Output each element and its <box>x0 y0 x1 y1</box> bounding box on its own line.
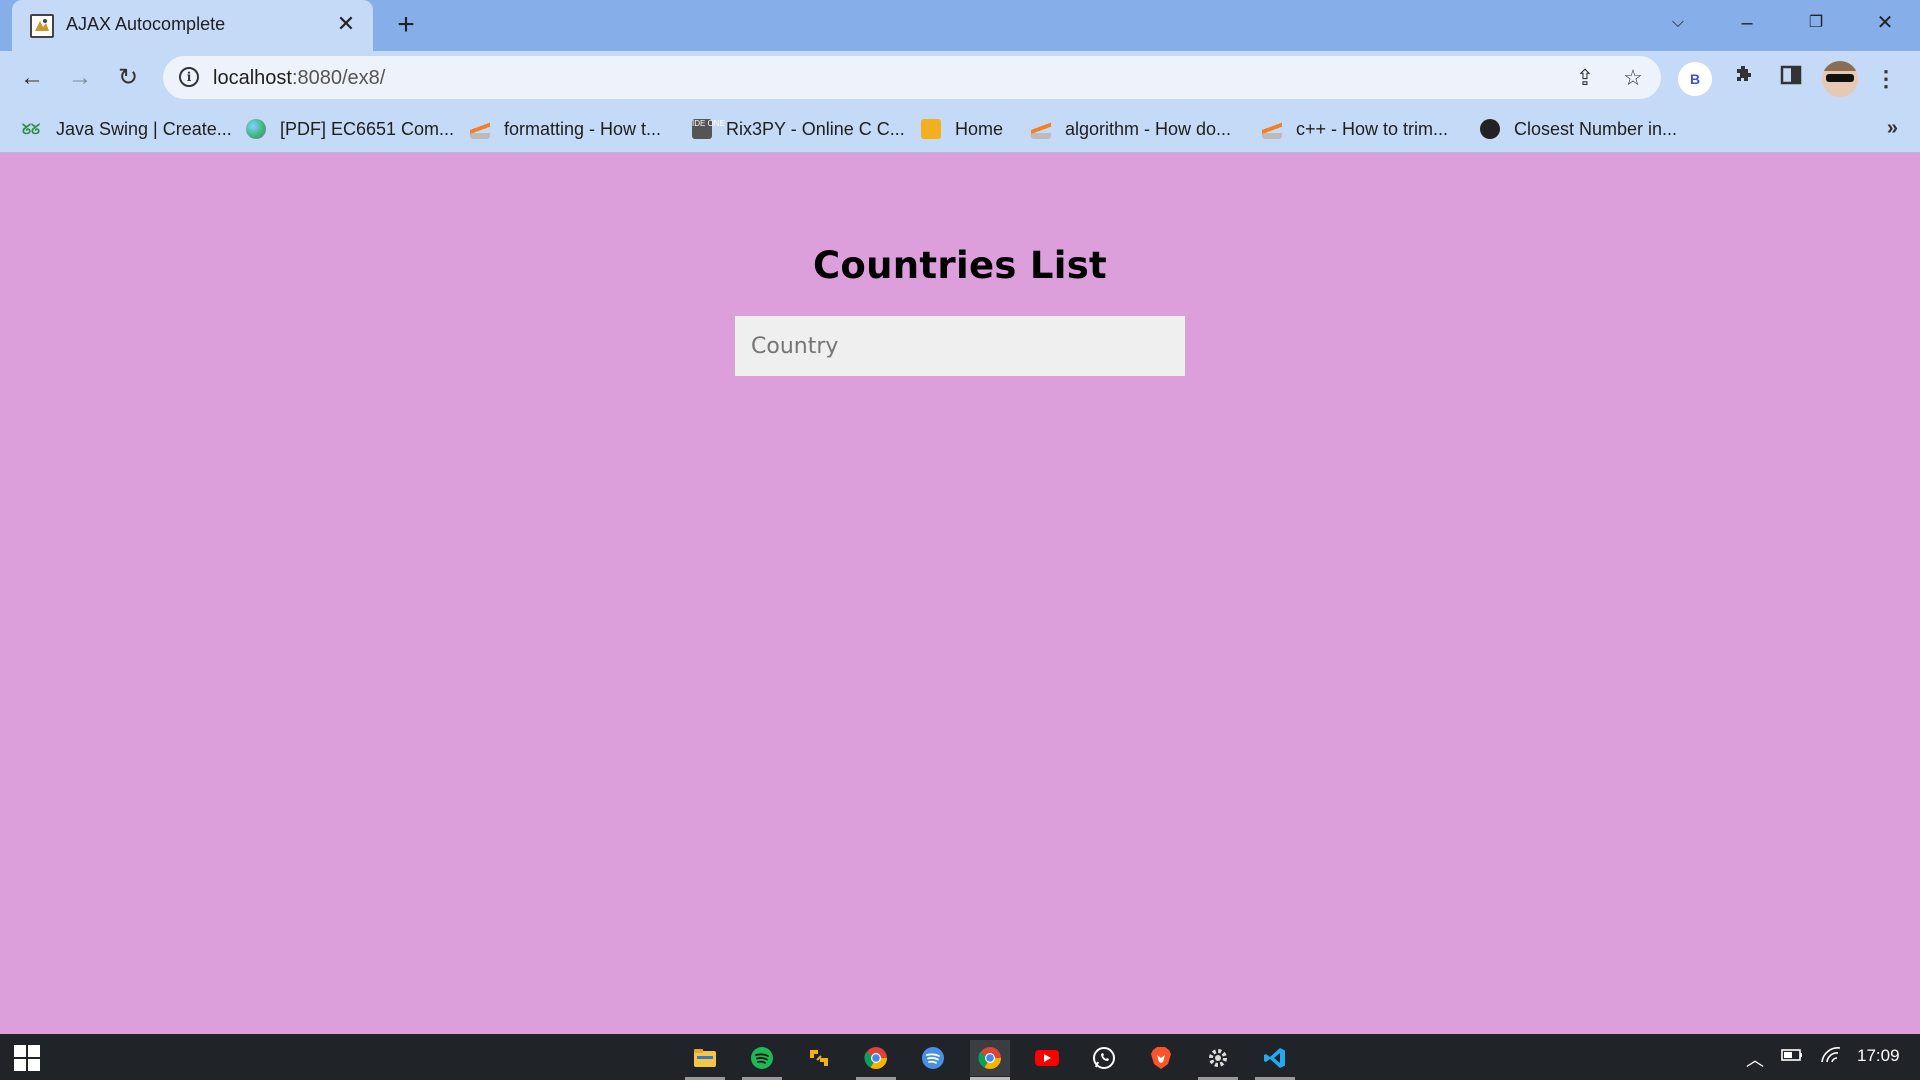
extension-b-badge[interactable]: B <box>1678 62 1712 96</box>
globe-dark-icon <box>1480 119 1500 139</box>
file-explorer-icon[interactable] <box>685 1040 725 1080</box>
bookmark-label: Closest Number in... <box>1514 118 1678 139</box>
bookmark-label: Rix3PY - Online C C... <box>726 118 905 139</box>
vscode-icon[interactable] <box>1255 1040 1295 1080</box>
taskbar-clock[interactable]: 17:09 <box>1857 1046 1900 1066</box>
chrome-active-icon[interactable] <box>970 1040 1010 1080</box>
page-content: Countries List <box>0 154 1920 1034</box>
new-tab-button[interactable]: + <box>390 10 422 42</box>
minimize-button[interactable]: – <box>1724 6 1770 40</box>
geeksforgeeks-icon: ᘜᘜ <box>22 121 41 137</box>
windows-start-icon[interactable] <box>14 1045 40 1071</box>
close-window-button[interactable]: ✕ <box>1862 6 1908 40</box>
site-info-icon[interactable]: i <box>179 67 199 87</box>
browser-titlebar: AJAX Autocomplete ✕ + ⌵ – ❐ ✕ <box>0 0 1920 51</box>
page-title: Countries List <box>812 244 1108 287</box>
avatar-glasses <box>1826 74 1854 82</box>
bookmark-label: c++ - How to trim... <box>1296 118 1449 139</box>
bookmark-item[interactable]: IDE ONE Rix3PY - Online C C... <box>692 115 905 143</box>
url-host: localhost <box>213 67 292 89</box>
address-bar[interactable]: i localhost:8080/ex8/ ⇪ ☆ <box>163 56 1661 99</box>
bookmark-item[interactable]: c++ - How to trim... <box>1262 115 1448 143</box>
chrome-icon[interactable] <box>856 1040 896 1080</box>
bookmark-item[interactable]: Closest Number in... <box>1480 115 1677 143</box>
bookmark-label: algorithm - How do... <box>1065 118 1232 139</box>
avatar-hair <box>1822 61 1858 71</box>
country-input[interactable] <box>735 316 1185 376</box>
profile-avatar[interactable] <box>1822 61 1858 97</box>
restore-button[interactable]: ❐ <box>1793 6 1839 40</box>
stackoverflow-icon <box>1262 119 1282 139</box>
bookmark-item[interactable]: [PDF] EC6651 Com... <box>246 115 454 143</box>
bookmark-item[interactable]: ᘜᘜ Java Swing | Create... <box>22 115 232 143</box>
tab-title: AJAX Autocomplete <box>66 14 226 34</box>
share-icon[interactable]: ⇪ <box>1571 64 1599 92</box>
brave-icon[interactable] <box>1141 1040 1181 1076</box>
globe-colorful-icon <box>246 119 266 139</box>
forward-arrow-icon[interactable]: → <box>62 60 98 96</box>
bookmark-label: Home <box>955 118 1004 139</box>
wifi-icon[interactable] <box>1820 1046 1842 1069</box>
bookmarks-bar: ᘜᘜ Java Swing | Create... [PDF] EC6651 C… <box>0 105 1920 153</box>
bookmark-label: Java Swing | Create... <box>56 118 232 139</box>
youtube-icon[interactable] <box>1027 1040 1067 1076</box>
tab-search-chevron-icon[interactable]: ⌵ <box>1655 6 1701 40</box>
battery-icon[interactable] <box>1780 1046 1804 1069</box>
kebab-menu-icon[interactable]: ⋮ <box>1870 63 1902 95</box>
box-icon <box>921 119 941 139</box>
whatsapp-icon[interactable] <box>1084 1040 1124 1076</box>
ajax-favicon-icon <box>30 14 54 38</box>
browser-tab[interactable]: AJAX Autocomplete ✕ <box>12 0 373 51</box>
bookmark-item[interactable]: Home <box>921 115 1003 143</box>
bookmark-item[interactable]: algorithm - How do... <box>1031 115 1231 143</box>
stackoverflow-icon <box>1031 119 1051 139</box>
tab-close-icon[interactable]: ✕ <box>334 12 358 36</box>
windows-taskbar: ︿ 17:09 <box>0 1034 1920 1080</box>
side-panel-icon[interactable] <box>1775 63 1807 95</box>
url-text[interactable]: localhost:8080/ex8/ <box>213 67 385 90</box>
back-arrow-icon[interactable]: ← <box>14 60 50 96</box>
tray-chevron-up-icon[interactable]: ︿ <box>1746 1046 1764 1072</box>
spotify-icon[interactable] <box>742 1040 782 1080</box>
stackoverflow-icon <box>470 119 490 139</box>
more-bookmarks-icon[interactable]: » <box>1887 117 1898 140</box>
bookmark-label: formatting - How t... <box>504 118 662 139</box>
bookmark-item[interactable]: formatting - How t... <box>470 115 661 143</box>
bookmark-star-icon[interactable]: ☆ <box>1619 64 1647 92</box>
extensions-puzzle-icon[interactable] <box>1728 63 1760 95</box>
spotify-blue-icon[interactable] <box>913 1040 953 1076</box>
url-path: :8080/ex8/ <box>291 67 386 89</box>
tool-app-icon[interactable] <box>799 1040 839 1076</box>
settings-icon[interactable] <box>1198 1040 1238 1080</box>
bookmark-label: [PDF] EC6651 Com... <box>280 118 455 139</box>
ideone-icon: IDE ONE <box>692 119 725 139</box>
browser-toolbar: ← → ↻ i localhost:8080/ex8/ ⇪ ☆ B ⋮ <box>0 51 1920 105</box>
reload-icon[interactable]: ↻ <box>110 60 146 96</box>
